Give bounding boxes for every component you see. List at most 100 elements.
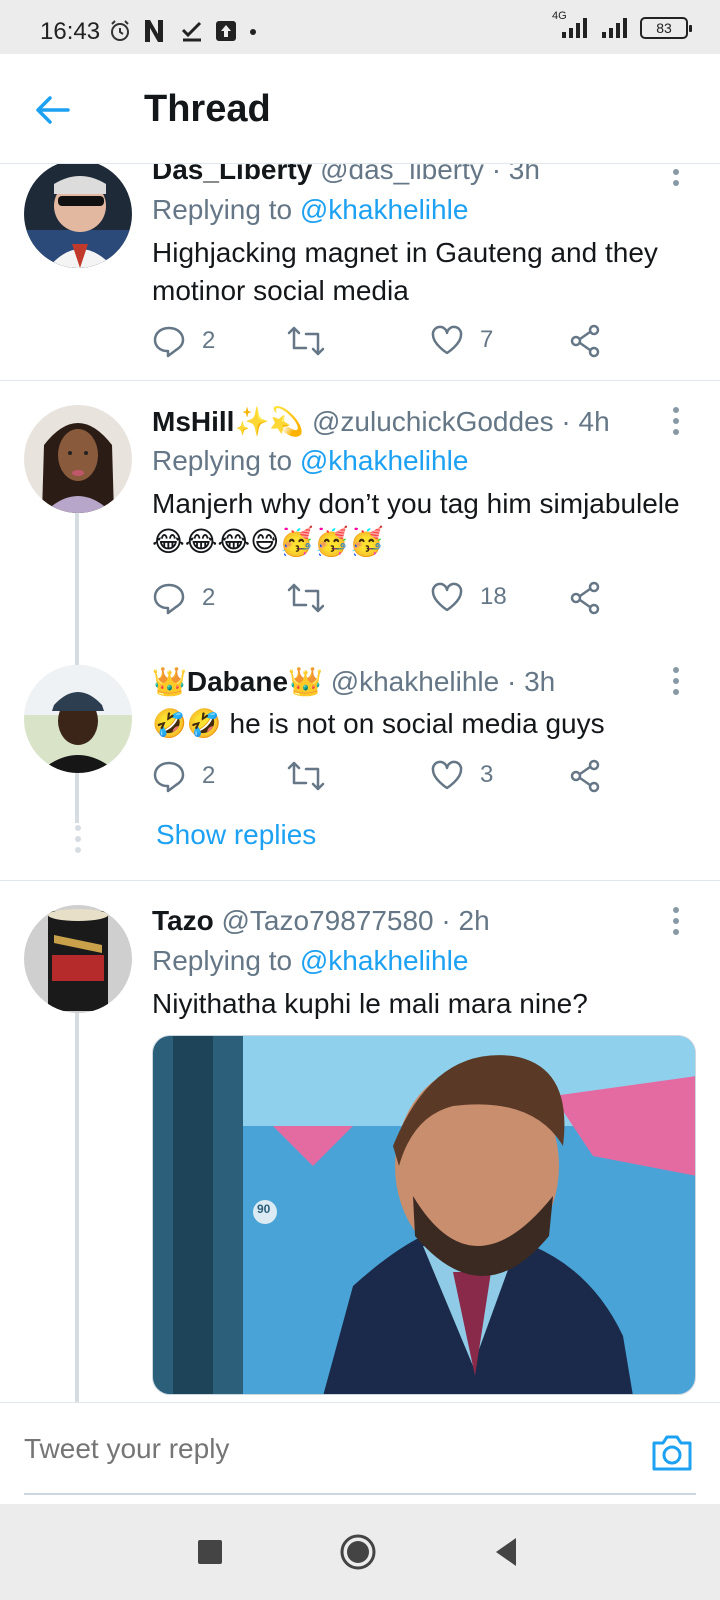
share-button[interactable] <box>568 581 602 615</box>
tweet-author-line: MsHill✨💫 @zuluchickGoddes · 4h <box>152 405 610 438</box>
tweet-text: Niyithatha kuphi le mali mara nine? <box>152 988 588 1019</box>
tweet-text: 🤣🤣 he is not on social media guys <box>152 708 605 739</box>
mention-link[interactable]: @khakhelihle <box>300 445 469 476</box>
reply-count: 2 <box>202 327 216 354</box>
system-nav-bar <box>0 1504 720 1600</box>
system-icons: 4G 83 <box>550 10 692 40</box>
tweet-actions: 2 18 <box>152 581 632 621</box>
status-time: 16:43 <box>40 18 101 45</box>
author-name[interactable]: Das_Liberty <box>152 164 312 185</box>
author-handle: @khakhelihle · 3h <box>330 666 556 697</box>
home-circle-icon[interactable] <box>338 1532 378 1572</box>
tweet-dabane[interactable]: 👑Dabane👑 @khakhelihle · 3h 🤣🤣 he is not … <box>0 641 720 881</box>
reply-icon <box>153 326 185 358</box>
author-name[interactable]: Tazo <box>152 905 214 936</box>
retweet-icon <box>287 761 325 791</box>
reply-input[interactable] <box>24 1433 604 1465</box>
check-download-icon <box>181 21 202 42</box>
show-replies-link[interactable]: Show replies <box>156 819 316 851</box>
replying-to-label: Replying to <box>152 945 300 976</box>
replying-to: Replying to @khakhelihle <box>152 945 468 977</box>
like-count: 3 <box>480 761 494 788</box>
retweet-icon <box>287 583 325 613</box>
heart-icon <box>431 760 463 790</box>
avatar[interactable] <box>24 665 132 773</box>
tweet-tazo[interactable]: Tazo @Tazo79877580 · 2h Replying to @kha… <box>0 881 720 1402</box>
thread-connector <box>75 1013 79 1402</box>
name-emoji: 👑 <box>288 666 323 697</box>
tweet-author-line: Tazo @Tazo79877580 · 2h <box>152 905 490 937</box>
reply-composer <box>0 1402 720 1502</box>
name-emoji-prefix: 👑 <box>152 666 187 697</box>
tweet-das-liberty[interactable]: Das_Liberty @das_liberty · 3h Replying t… <box>0 164 720 384</box>
avatar[interactable] <box>24 905 132 1013</box>
retweet-button[interactable] <box>286 759 326 793</box>
tweet-mshill[interactable]: MsHill✨💫 @zuluchickGoddes · 4h Replying … <box>0 381 720 665</box>
alarm-icon <box>111 20 129 41</box>
status-bar: 16:43 4G 83 <box>0 0 720 54</box>
like-button[interactable]: 7 <box>430 324 493 356</box>
back-arrow-icon[interactable] <box>32 90 72 130</box>
avatar[interactable] <box>24 405 132 513</box>
share-button[interactable] <box>568 324 602 358</box>
name-emoji: ✨💫 <box>234 406 305 437</box>
upload-icon <box>216 21 236 41</box>
reply-button[interactable]: 2 <box>152 581 215 615</box>
tweet-author-line: 👑Dabane👑 @khakhelihle · 3h <box>152 665 555 698</box>
share-button[interactable] <box>568 759 602 793</box>
retweet-button[interactable] <box>286 324 326 358</box>
more-options-icon[interactable] <box>672 164 680 186</box>
tweet-actions: 2 3 <box>152 759 632 799</box>
thread-list[interactable]: Das_Liberty @das_liberty · 3h Replying t… <box>0 164 720 1402</box>
header: Thread <box>0 54 720 164</box>
mention-link[interactable]: @khakhelihle <box>300 194 469 225</box>
replying-to-label: Replying to <box>152 194 300 225</box>
camera-icon[interactable] <box>650 1433 694 1473</box>
reply-count: 2 <box>202 762 216 789</box>
like-count: 18 <box>480 583 507 610</box>
replying-to: Replying to @khakhelihle <box>152 445 468 477</box>
author-name[interactable]: MsHill <box>152 406 234 437</box>
author-handle: @Tazo79877580 · 2h <box>221 905 490 936</box>
back-triangle-icon[interactable] <box>486 1532 526 1572</box>
media-badge-text: 90 <box>257 1202 271 1216</box>
retweet-button[interactable] <box>286 581 326 615</box>
reply-count: 2 <box>202 584 216 611</box>
battery-level: 83 <box>656 20 672 36</box>
share-icon <box>570 324 600 358</box>
replying-to-label: Replying to <box>152 445 300 476</box>
battery-icon: 83 <box>640 17 692 39</box>
like-button[interactable]: 18 <box>430 581 507 613</box>
mention-link[interactable]: @khakhelihle <box>300 945 469 976</box>
tweet-author-line: Das_Liberty @das_liberty · 3h <box>152 164 540 186</box>
reply-button[interactable]: 2 <box>152 324 215 358</box>
input-underline <box>24 1493 696 1495</box>
share-icon <box>570 581 600 615</box>
thread-dots-icon <box>74 825 82 853</box>
heart-icon <box>431 582 463 612</box>
like-button[interactable]: 3 <box>430 759 493 791</box>
tweet-media-image[interactable]: 90 <box>152 1035 696 1395</box>
signal-icon <box>602 18 627 38</box>
page-title: Thread <box>144 88 271 130</box>
heart-icon <box>431 325 463 355</box>
like-count: 7 <box>480 326 494 353</box>
author-handle: @das_liberty · 3h <box>320 164 540 185</box>
reply-icon <box>153 583 185 615</box>
retweet-icon <box>287 326 325 356</box>
reply-button[interactable]: 2 <box>152 759 215 793</box>
tweet-text: Manjerh why don’t you tag him simjabulel… <box>152 488 680 557</box>
avatar[interactable] <box>24 164 132 268</box>
signal-4g-icon: 4G <box>550 10 590 40</box>
replying-to: Replying to @khakhelihle <box>152 194 468 226</box>
author-handle: @zuluchickGoddes · 4h <box>311 406 610 437</box>
tweet-actions: 2 7 <box>152 324 632 364</box>
author-name[interactable]: Dabane <box>187 666 288 697</box>
recents-square-icon[interactable] <box>190 1532 230 1572</box>
netflix-icon <box>145 20 163 42</box>
more-options-icon[interactable] <box>672 667 680 695</box>
more-options-icon[interactable] <box>672 907 680 935</box>
more-options-icon[interactable] <box>672 407 680 435</box>
notification-icons <box>108 18 258 44</box>
dot-icon <box>250 29 256 35</box>
